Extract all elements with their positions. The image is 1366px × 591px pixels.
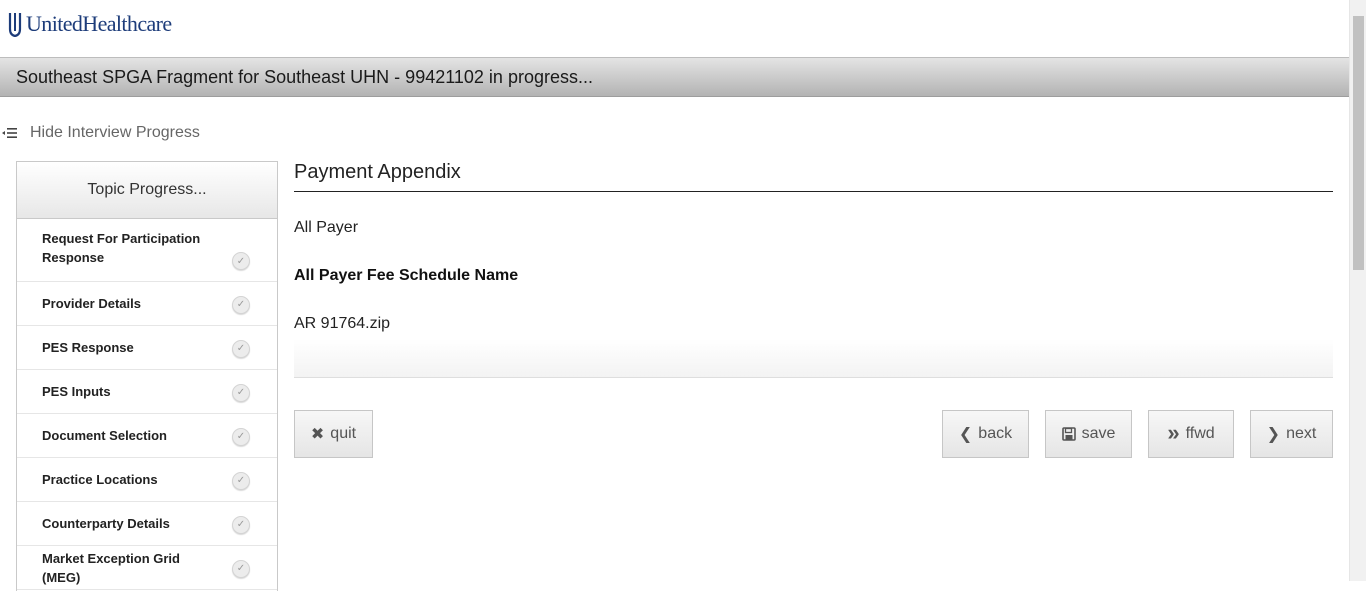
payer-text: All Payer (294, 219, 359, 236)
topic-label: PES Inputs (42, 384, 111, 399)
save-button[interactable]: save (1045, 410, 1132, 458)
main-content: Payment Appendix All Payer All Payer Fee… (294, 161, 1333, 378)
save-label: save (1081, 425, 1116, 442)
hide-menu-icon (2, 128, 17, 138)
section-heading: Payment Appendix (294, 161, 1333, 192)
hide-interview-progress-label: Hide Interview Progress (30, 124, 200, 141)
back-button[interactable]: ❮ back (942, 410, 1029, 458)
quit-label: quit (330, 425, 357, 442)
check-icon: ✓ (232, 383, 250, 402)
topic-item[interactable]: Practice Locations ✓ (17, 458, 277, 502)
chevron-left-icon: ❮ (958, 426, 973, 443)
header: UnitedHealthcare (0, 0, 1349, 58)
interview-titlebar: Southeast SPGA Fragment for Southeast UH… (0, 58, 1349, 97)
scrollbar-thumb[interactable] (1353, 16, 1364, 270)
fee-schedule-label: All Payer Fee Schedule Name (294, 267, 519, 284)
check-icon: ✓ (232, 427, 250, 446)
check-icon: ✓ (232, 515, 250, 534)
topic-item[interactable]: Provider Details ✓ (17, 282, 277, 326)
hide-interview-progress-toggle[interactable]: Hide Interview Progress (2, 123, 200, 143)
fast-forward-button[interactable]: » ffwd (1148, 410, 1234, 458)
check-icon: ✓ (232, 339, 250, 358)
topic-progress-title: Topic Progress... (87, 181, 207, 198)
double-chevron-right-icon: » (1167, 419, 1180, 445)
shield-logo-icon (8, 13, 22, 37)
topic-progress-panel: Topic Progress... Request For Participat… (16, 161, 278, 591)
topic-item[interactable]: Market Exception Grid (MEG) ✓ (17, 546, 277, 590)
topic-item[interactable]: PES Inputs ✓ (17, 370, 277, 414)
check-icon: ✓ (232, 559, 250, 578)
topic-item[interactable]: Request For Participation Response ✓ (17, 219, 277, 282)
topic-label: PES Response (42, 340, 134, 355)
topic-label: Provider Details (42, 296, 141, 311)
topic-item[interactable]: Counterparty Details ✓ (17, 502, 277, 546)
back-label: back (978, 425, 1013, 442)
ffwd-label: ffwd (1185, 425, 1215, 442)
next-label: next (1286, 425, 1317, 442)
check-icon: ✓ (232, 295, 250, 314)
page-scrollbar[interactable] (1349, 0, 1366, 581)
next-button[interactable]: ❯ next (1250, 410, 1333, 458)
brand-logo[interactable]: UnitedHealthcare (8, 10, 172, 38)
topic-label: Practice Locations (42, 472, 158, 487)
quit-button[interactable]: ✖ quit (294, 410, 373, 458)
chevron-right-icon: ❯ (1266, 426, 1281, 443)
topic-label: Counterparty Details (42, 516, 170, 531)
check-icon: ✓ (232, 471, 250, 490)
brand-name: UnitedHealthcare (26, 11, 172, 36)
interview-title: Southeast SPGA Fragment for Southeast UH… (16, 67, 593, 87)
topic-label: Request For Participation Response (42, 231, 201, 265)
floppy-disk-icon (1061, 427, 1076, 441)
topic-progress-header: Topic Progress... (17, 162, 277, 219)
check-icon: ✓ (232, 252, 250, 270)
content-divider-band (294, 339, 1333, 378)
close-icon: ✖ (310, 426, 325, 443)
fee-schedule-value: AR 91764.zip (294, 315, 391, 332)
topic-item[interactable]: Document Selection ✓ (17, 414, 277, 458)
topic-item[interactable]: PES Response ✓ (17, 326, 277, 370)
topic-label: Document Selection (42, 428, 167, 443)
